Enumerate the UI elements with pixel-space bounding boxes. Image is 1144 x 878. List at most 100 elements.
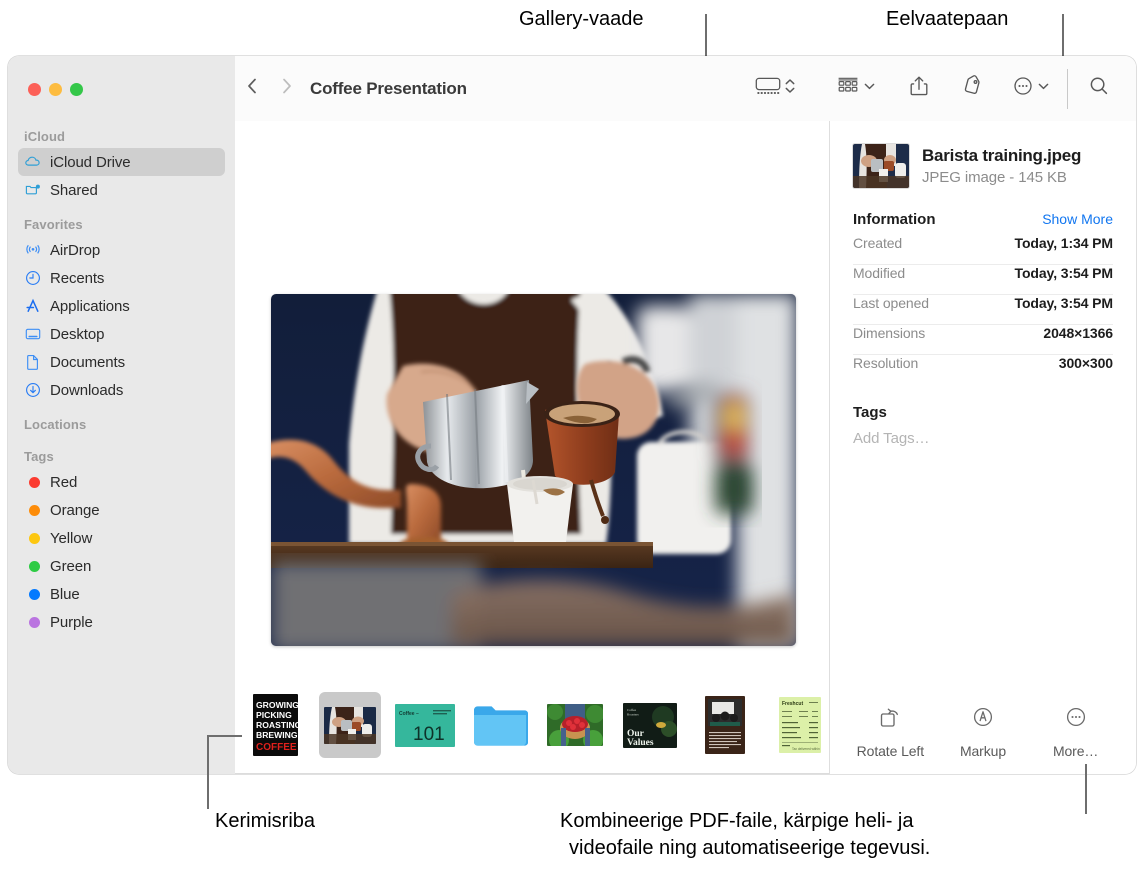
callout-actions-label-line2: videofaile ning automatiseerige tegevusi… xyxy=(569,837,931,859)
info-row-created: Created Today, 1:34 PM xyxy=(853,235,1113,265)
rotate-left-button[interactable]: Rotate Left xyxy=(846,705,934,759)
sidebar-item-label: Documents xyxy=(50,353,125,371)
thumbnail-item[interactable]: Coffee Roasters Our Values xyxy=(619,692,681,758)
add-tag-button[interactable] xyxy=(951,67,991,111)
sidebar-item-label: Yellow xyxy=(50,529,93,547)
info-value: 2048×1366 xyxy=(1043,325,1113,341)
sidebar-item-tag-blue[interactable]: Blue xyxy=(18,580,225,608)
callout-actions-leader xyxy=(1085,764,1087,814)
svg-text:Roasters: Roasters xyxy=(627,712,639,716)
close-button[interactable] xyxy=(28,83,41,96)
thumbnail-item[interactable]: GROWING PICKING ROASTING BREWING COFFEE xyxy=(244,692,306,758)
information-table: Created Today, 1:34 PM Modified Today, 3… xyxy=(853,235,1113,384)
preview-file-thumbnail xyxy=(853,144,909,188)
zoom-button[interactable] xyxy=(70,83,83,96)
preview-filename: Barista training.jpeg xyxy=(922,146,1082,165)
toolbar-right-group xyxy=(748,56,1136,121)
horizontal-scrollbar[interactable] xyxy=(235,773,829,774)
chevron-down-icon[interactable] xyxy=(1037,75,1050,102)
tag-dot-icon xyxy=(24,557,42,575)
window-title: Coffee Presentation xyxy=(310,78,467,98)
tag-dot-icon xyxy=(24,529,42,547)
screenshot-root: Gallery-vaade Eelvaatepaan iCloud iCloud… xyxy=(0,0,1144,878)
more-label: More… xyxy=(1052,743,1099,759)
information-section-header: Information Show More xyxy=(830,211,1136,228)
markup-icon xyxy=(970,705,996,734)
sidebar-item-tag-purple[interactable]: Purple xyxy=(18,608,225,636)
sidebar-item-icloud-drive[interactable]: iCloud Drive xyxy=(18,148,225,176)
sidebar-item-documents[interactable]: Documents xyxy=(18,348,225,376)
more-actions-button[interactable] xyxy=(1005,67,1057,111)
sidebar-item-label: Applications xyxy=(50,297,130,315)
updown-stepper-icon[interactable] xyxy=(784,75,796,102)
sidebar-item-label: Downloads xyxy=(50,381,124,399)
window-controls[interactable] xyxy=(28,83,83,96)
search-icon xyxy=(1087,74,1111,103)
back-button[interactable] xyxy=(235,69,269,109)
svg-text:Coffee: Coffee xyxy=(627,708,637,712)
info-key: Created xyxy=(853,235,903,251)
thumbnail-item[interactable]: Freshcut Tax delivered within xyxy=(769,692,831,758)
sidebar-item-recents[interactable]: Recents xyxy=(18,264,225,292)
sidebar-item-label: Red xyxy=(50,473,78,491)
markup-button[interactable]: Markup xyxy=(939,705,1027,759)
growing-picking-roasting-brewing-coffee-poster-thumbnail: GROWING PICKING ROASTING BREWING COFFEE xyxy=(252,694,298,756)
tag-dot-icon xyxy=(24,501,42,519)
sidebar-item-tag-green[interactable]: Green xyxy=(18,552,225,580)
sidebar-group-tags: Tags Red Orange Yellow Green Blue Purple xyxy=(8,446,235,636)
callout-gallery-view-leader xyxy=(705,14,707,62)
add-tags-input[interactable]: Add Tags… xyxy=(830,430,1136,447)
chevron-left-icon xyxy=(246,76,259,101)
thumbnail-item[interactable] xyxy=(469,692,531,758)
callout-scrollbar-label: Kerimisriba xyxy=(215,810,316,832)
info-value: 300×300 xyxy=(1058,355,1113,371)
sidebar-group-favorites: Favorites AirDrop Recents Applications D… xyxy=(8,214,235,404)
chevron-down-icon[interactable] xyxy=(863,75,876,102)
invoice-spreadsheet-thumbnail: Freshcut Tax delivered within xyxy=(779,697,821,753)
thumbnail-item[interactable] xyxy=(694,692,756,758)
search-button[interactable] xyxy=(1080,67,1118,111)
sidebar-item-tag-yellow[interactable]: Yellow xyxy=(18,524,225,552)
forward-button[interactable] xyxy=(269,69,303,109)
hero-image-graphic xyxy=(271,294,796,646)
preview-pane: Barista training.jpeg JPEG image - 145 K… xyxy=(829,121,1136,774)
view-mode-button[interactable] xyxy=(748,67,803,111)
sidebar-item-tag-red[interactable]: Red xyxy=(18,468,225,496)
sidebar-item-airdrop[interactable]: AirDrop xyxy=(18,236,225,264)
hero-preview-image[interactable] xyxy=(271,294,796,646)
share-button[interactable] xyxy=(901,67,937,111)
tag-icon xyxy=(958,74,984,103)
callout-scrollbar-leader-v xyxy=(207,735,209,809)
toolbar-divider xyxy=(1067,68,1068,109)
sidebar-item-desktop[interactable]: Desktop xyxy=(18,320,225,348)
document-icon xyxy=(24,353,42,371)
info-value: Today, 3:54 PM xyxy=(1014,295,1114,311)
sidebar-item-label: Desktop xyxy=(50,325,105,343)
thumbnail-filmstrip[interactable]: GROWING PICKING ROASTING BREWING COFFEE xyxy=(235,676,829,774)
sidebar-item-label: iCloud Drive xyxy=(50,153,131,171)
info-key: Last opened xyxy=(853,295,929,311)
more-button[interactable]: More… xyxy=(1032,705,1120,759)
rotate-left-icon xyxy=(877,705,903,734)
rotate-left-label: Rotate Left xyxy=(856,743,925,759)
svg-text:Tax delivered within 14 days: Tax delivered within 14 days xyxy=(792,747,821,751)
show-more-link[interactable]: Show More xyxy=(1042,211,1113,227)
group-items-button[interactable] xyxy=(829,67,883,111)
sidebar-item-applications[interactable]: Applications xyxy=(18,292,225,320)
thumbnail-item-selected[interactable] xyxy=(319,692,381,758)
thumbnail-item[interactable]: Coffee – 101 xyxy=(394,692,456,758)
preview-file-info: Barista training.jpeg JPEG image - 145 K… xyxy=(922,146,1081,186)
sidebar-item-label: Green xyxy=(50,557,92,575)
gallery-view-icon xyxy=(755,75,781,102)
sidebar-item-shared[interactable]: Shared xyxy=(18,176,225,204)
preview-file-header: Barista training.jpeg JPEG image - 145 K… xyxy=(830,121,1136,188)
airdrop-icon xyxy=(24,241,42,259)
info-row-last-opened: Last opened Today, 3:54 PM xyxy=(853,295,1113,325)
sidebar-group-icloud: iCloud iCloud Drive Shared xyxy=(8,126,235,204)
information-title: Information xyxy=(853,211,936,228)
thumbnail-item[interactable] xyxy=(544,692,606,758)
sidebar-item-downloads[interactable]: Downloads xyxy=(18,376,225,404)
callout-preview-pane-label: Eelvaatepaan xyxy=(886,8,1009,30)
minimize-button[interactable] xyxy=(49,83,62,96)
sidebar-item-tag-orange[interactable]: Orange xyxy=(18,496,225,524)
